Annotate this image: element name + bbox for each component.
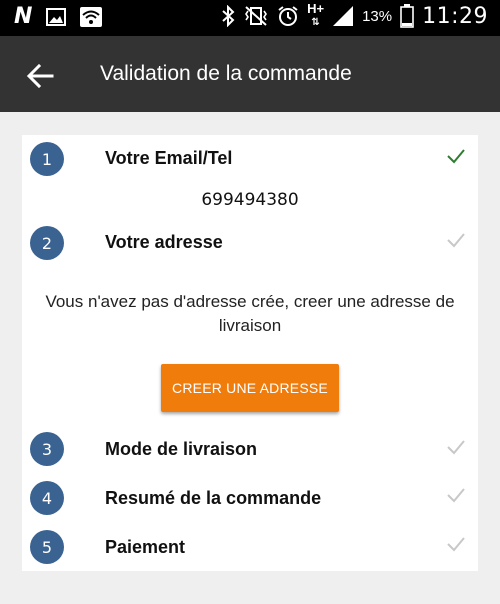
data-arrows-icon: ⇅ [311, 17, 320, 28]
check-icon [447, 149, 465, 164]
step-number-3: 3 [30, 432, 64, 466]
no-address-message: Vous n'avez pas d'adresse crée, creer un… [45, 292, 455, 335]
step-label-email: Votre Email/Tel [105, 148, 233, 168]
checkout-stepper: 1 Votre Email/Tel 699494380 2 Votre adre… [22, 135, 478, 571]
status-bar: N H+ ⇅ 13% 11:29 [0, 0, 500, 36]
battery-icon [400, 4, 414, 28]
app-bar: Validation de la commande [0, 36, 500, 112]
check-icon [447, 537, 465, 552]
network-type: H+ [307, 1, 325, 16]
n-logo-icon: N [14, 4, 33, 29]
step-label-delivery: Mode de livraison [105, 439, 258, 459]
step-number-1: 1 [30, 142, 64, 176]
create-address-button[interactable]: CREER UNE ADRESSE [161, 364, 339, 412]
page-title: Validation de la commande [100, 62, 352, 85]
step-label-address: Votre adresse [105, 232, 223, 252]
battery-percent: 13% [362, 7, 393, 25]
image-icon [46, 8, 67, 26]
step-number-2: 2 [30, 226, 64, 260]
arrow-back-icon[interactable] [24, 60, 56, 92]
step-number-5: 5 [30, 530, 64, 564]
step-label-summary: Resumé de la commande [105, 488, 322, 508]
check-icon [447, 233, 465, 248]
step-number-4: 4 [30, 481, 64, 515]
check-icon [447, 488, 465, 503]
alarm-icon [278, 6, 298, 26]
email-phone-value: 699494380 [201, 190, 299, 210]
step-label-payment: Paiement [105, 537, 186, 557]
bluetooth-icon [222, 5, 235, 27]
check-icon [447, 440, 465, 455]
signal-icon [333, 6, 354, 26]
wifi-icon [80, 7, 103, 27]
clock: 11:29 [422, 3, 488, 29]
vibrate-icon [245, 6, 268, 26]
